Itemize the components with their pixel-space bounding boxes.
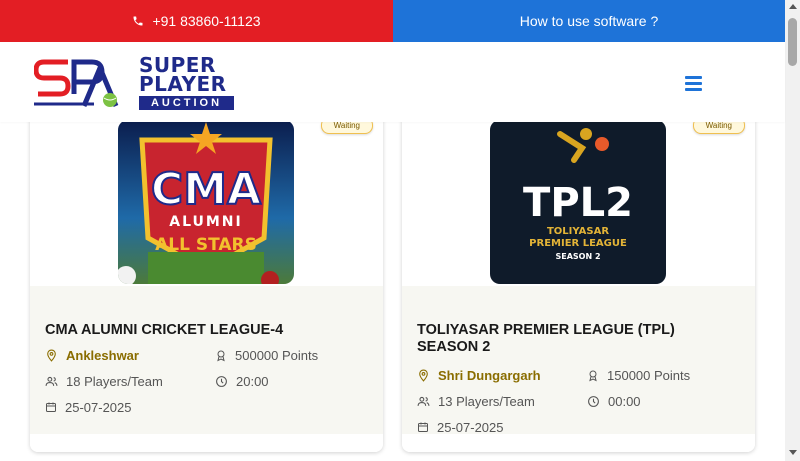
clock-icon [216, 375, 227, 387]
how-to-use-link[interactable]: How to use software ? [393, 0, 785, 42]
location-icon [47, 349, 56, 362]
card-players: 18 Players/Team [66, 373, 163, 389]
league-logo-image: TPL2 TOLIYASAR PREMIER LEAGUE SEASON 2 [490, 120, 666, 284]
menu-icon[interactable] [685, 76, 702, 91]
top-bar: +91 83860-11123 How to use software ? [0, 0, 785, 42]
site-header: SUPER PLAYER AUCTION [0, 42, 785, 122]
site-logo[interactable]: SUPER PLAYER AUCTION [33, 54, 234, 110]
auction-card[interactable]: CMA ALUMNI ALL STARS Waiting CMA ALUMNI … [30, 100, 383, 452]
logo-text-season: SEASON 2 [555, 252, 600, 261]
clock-icon [588, 395, 599, 407]
card-title[interactable]: TOLIYASAR PREMIER LEAGUE (TPL) SEASON 2 [417, 322, 740, 356]
calendar-icon [418, 422, 428, 432]
auction-card[interactable]: TPL2 TOLIYASAR PREMIER LEAGUE SEASON 2 W… [402, 100, 755, 452]
logo-word-auction: AUCTION [139, 96, 234, 110]
card-time: 20:00 [236, 373, 269, 389]
logo-text-alumni: ALUMNI [169, 214, 242, 230]
card-title[interactable]: CMA ALUMNI CRICKET LEAGUE-4 [45, 322, 368, 339]
card-time: 00:00 [608, 393, 641, 409]
scroll-up-icon[interactable] [789, 4, 797, 9]
page-scrollbar[interactable] [785, 0, 800, 461]
trophy-icon [217, 350, 225, 361]
card-location: Shri Dungargarh [438, 367, 541, 383]
card-points: 500000 Points [235, 347, 319, 363]
calendar-icon [46, 402, 56, 412]
users-icon [417, 396, 430, 406]
trophy-icon [589, 370, 597, 381]
card-location: Ankleshwar [66, 347, 139, 363]
logo-text-toliyasar: TOLIYASAR [547, 226, 609, 237]
phone-icon [132, 15, 144, 27]
league-logo-image: CMA ALUMNI ALL STARS [118, 120, 294, 284]
card-points: 150000 Points [607, 367, 691, 383]
card-date: 25-07-2025 [65, 399, 132, 415]
logo-emblem [33, 59, 119, 107]
logo-text-tpl2: TPL2 [523, 180, 633, 226]
card-image-area: CMA ALUMNI ALL STARS Waiting [30, 100, 383, 286]
scrollbar-thumb[interactable] [788, 18, 797, 66]
card-players: 13 Players/Team [438, 393, 535, 409]
location-icon [419, 369, 428, 382]
logo-text-premier-league: PREMIER LEAGUE [529, 238, 627, 249]
phone-number: +91 83860-11123 [152, 13, 261, 29]
card-date: 25-07-2025 [437, 419, 504, 435]
scroll-down-icon[interactable] [789, 450, 797, 455]
logo-text-allstars: ALL STARS [155, 235, 257, 255]
phone-link[interactable]: +91 83860-11123 [0, 0, 393, 42]
card-image-area: TPL2 TOLIYASAR PREMIER LEAGUE SEASON 2 W… [402, 100, 755, 286]
logo-text-cma: CMA [151, 164, 261, 215]
users-icon [45, 376, 58, 386]
logo-word-player: PLAYER [139, 72, 227, 96]
